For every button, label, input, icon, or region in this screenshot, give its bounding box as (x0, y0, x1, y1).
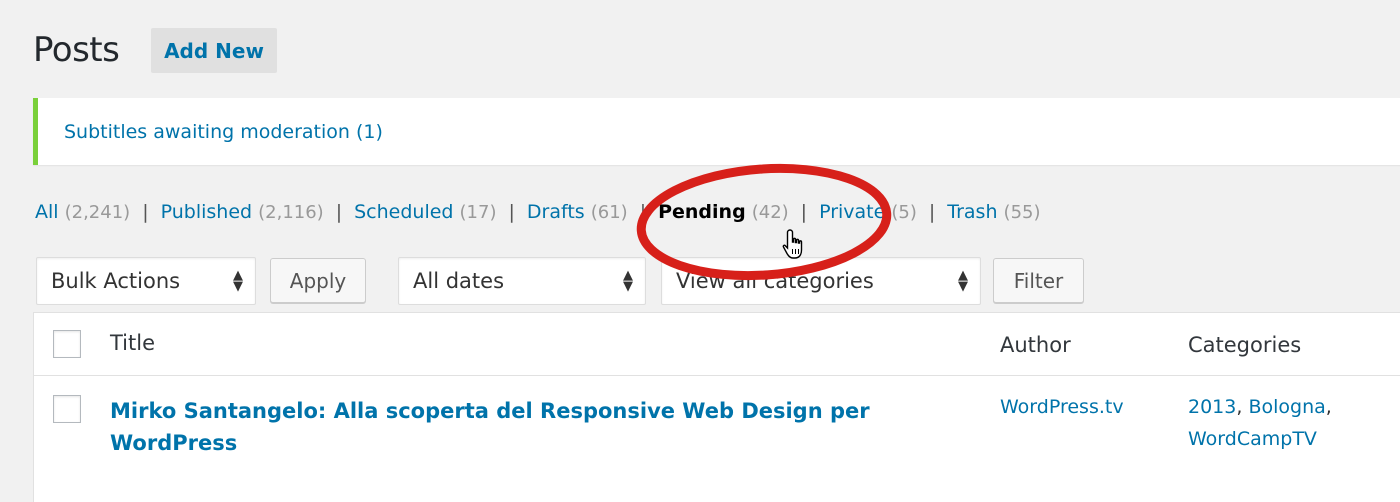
status-count: (42) (751, 202, 789, 223)
status-count: (5) (891, 202, 917, 223)
apply-button[interactable]: Apply (270, 258, 366, 303)
separator: | (142, 201, 149, 223)
bulk-actions-value: Bulk Actions (51, 269, 181, 293)
dates-select[interactable]: All dates ▲ ▼ (398, 257, 646, 305)
dates-value: All dates (413, 269, 505, 293)
status-filter-label[interactable]: Trash (947, 201, 997, 223)
status-count: (55) (1003, 202, 1041, 223)
filter-button[interactable]: Filter (993, 258, 1084, 303)
separator: | (639, 201, 647, 223)
post-status-filters: All (2,241) | Published (2,116) | Schedu… (35, 201, 1041, 223)
subtitles-moderation-link[interactable]: Subtitles awaiting moderation (1) (64, 121, 383, 143)
status-filter-label[interactable]: Scheduled (354, 201, 453, 223)
status-filter-scheduled[interactable]: Scheduled (17) (354, 201, 496, 223)
table-header: Title Author Categories (34, 313, 1400, 376)
status-filter-trash[interactable]: Trash (55) (947, 201, 1040, 223)
separator: | (928, 201, 936, 223)
status-filter-published[interactable]: Published (2,116) (161, 201, 324, 223)
up-down-arrows-icon: ▲ ▼ (233, 268, 243, 294)
post-author-link[interactable]: WordPress.tv (1000, 391, 1124, 423)
separator: | (508, 201, 515, 223)
status-filter-label[interactable]: All (35, 201, 59, 223)
status-filter-drafts[interactable]: Drafts (61) (527, 201, 628, 223)
posts-table: Title Author Categories Mirko Santangelo… (33, 312, 1400, 502)
categories-select[interactable]: View all categories ▲ ▼ (661, 257, 981, 305)
up-down-arrows-icon: ▲ ▼ (958, 268, 968, 294)
status-filter-label[interactable]: Published (161, 201, 252, 223)
status-filter-label[interactable]: Private (819, 201, 885, 223)
separator: | (335, 201, 343, 223)
column-author: Author (1000, 333, 1071, 357)
bulk-actions-select[interactable]: Bulk Actions ▲ ▼ (36, 257, 256, 305)
status-filter-private[interactable]: Private (5) (819, 201, 917, 223)
status-count: (61) (590, 202, 628, 223)
select-all-checkbox[interactable] (53, 330, 81, 358)
up-down-arrows-icon: ▲ ▼ (623, 268, 633, 294)
category-link[interactable]: Bologna (1248, 396, 1325, 418)
categories-value: View all categories (676, 269, 874, 293)
add-new-button[interactable]: Add New (151, 28, 277, 73)
separator: | (800, 201, 808, 223)
column-title[interactable]: Title (110, 331, 155, 355)
status-count: (2,241) (64, 202, 131, 223)
category-link[interactable]: WordCampTV (1188, 428, 1317, 450)
post-title-link[interactable]: Mirko Santangelo: Alla scoperta del Resp… (110, 395, 930, 459)
status-filter-label[interactable]: Drafts (527, 201, 585, 223)
moderation-notice: Subtitles awaiting moderation (1) (33, 98, 1400, 165)
status-filter-label[interactable]: Pending (658, 201, 746, 223)
status-count: (17) (459, 202, 497, 223)
column-categories: Categories (1188, 333, 1302, 357)
status-filter-all[interactable]: All (2,241) (35, 201, 130, 223)
post-categories: 2013, Bologna, WordCampTV (1188, 396, 1332, 450)
status-filter-pending[interactable]: Pending (42) (658, 201, 789, 223)
page-title: Posts (33, 30, 120, 70)
row-checkbox[interactable] (53, 395, 81, 423)
hand-pointer-cursor-icon (782, 229, 803, 259)
status-count: (2,116) (258, 202, 324, 223)
category-link[interactable]: 2013 (1188, 396, 1236, 418)
